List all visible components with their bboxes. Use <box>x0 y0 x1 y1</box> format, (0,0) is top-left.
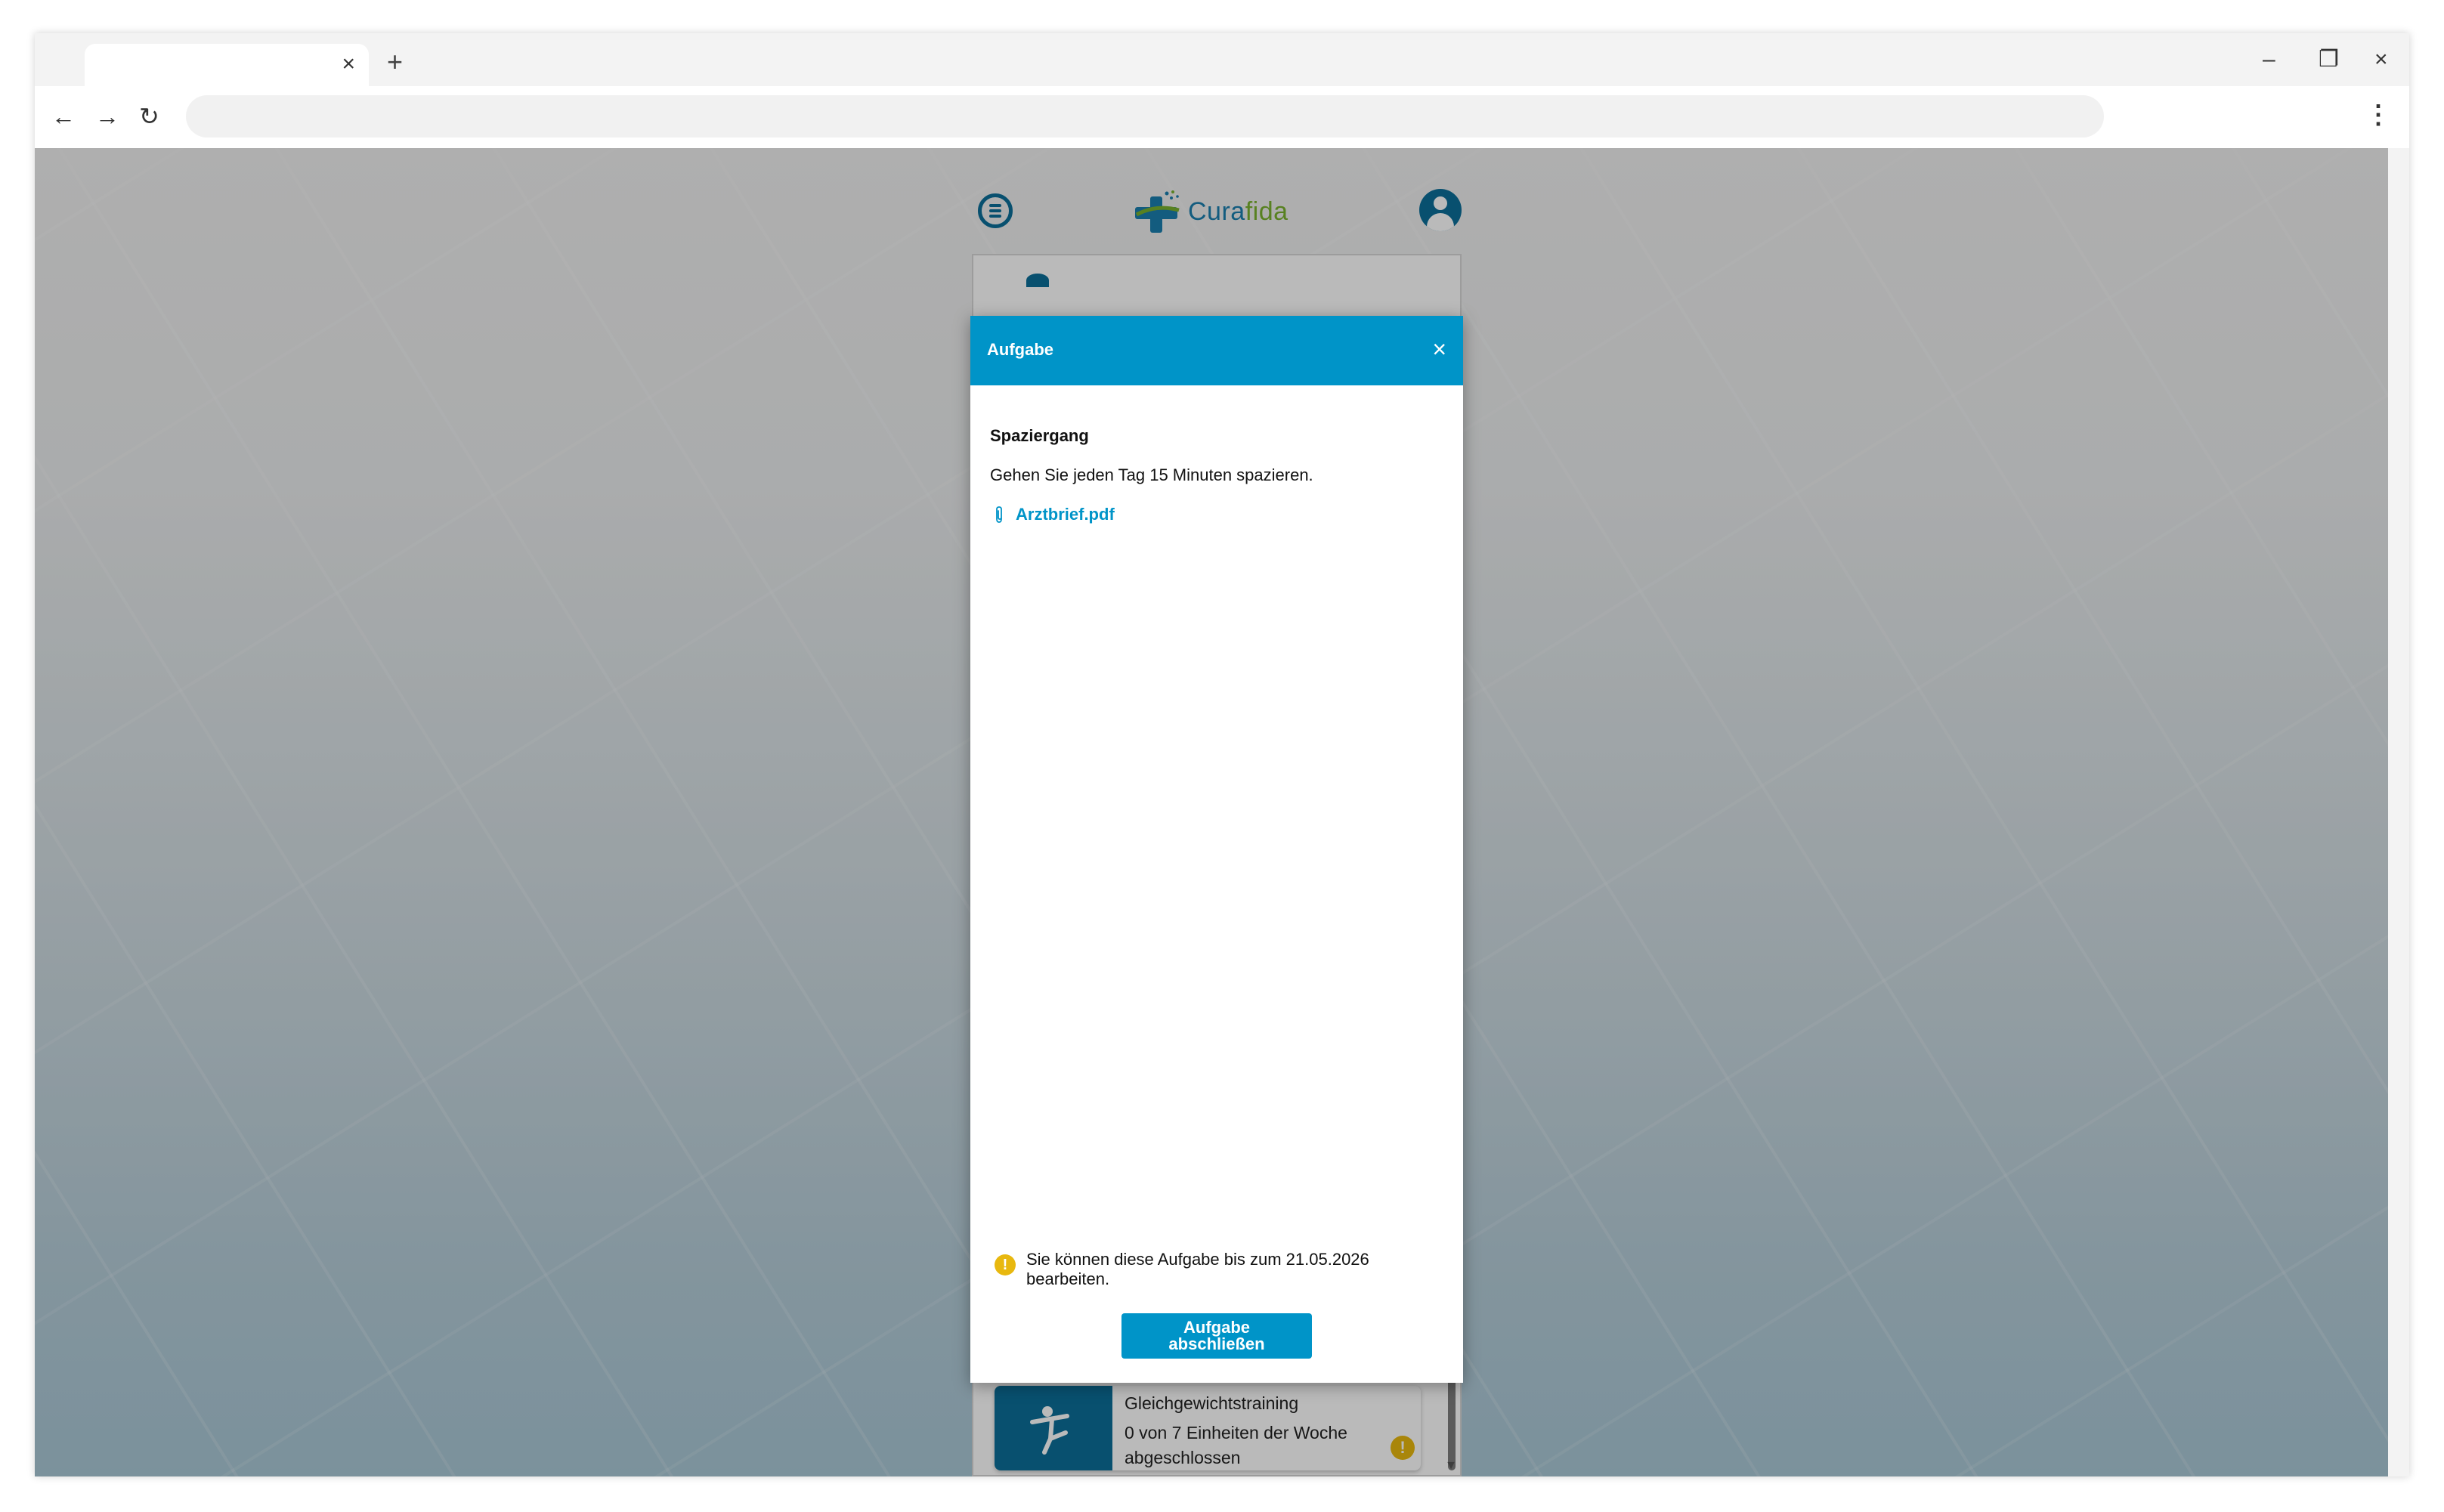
task-title: Spaziergang <box>990 426 1089 445</box>
modal-title: Aufgabe <box>987 340 1053 359</box>
forward-icon[interactable]: → <box>95 101 119 131</box>
warning-icon: ! <box>995 1254 1016 1275</box>
attachment-name[interactable]: Arztbrief.pdf <box>1016 503 1115 526</box>
tab-close-icon[interactable]: × <box>342 53 355 76</box>
deadline-notice: ! Sie können diese Aufgabe bis zum 21.05… <box>995 1250 1433 1295</box>
paperclip-icon <box>996 506 1002 523</box>
task-description: Gehen Sie jeden Tag 15 Minuten spazieren… <box>990 465 1313 484</box>
browser-toolbar: ← → ↻ ⋮ <box>35 86 2409 148</box>
address-bar[interactable] <box>186 95 2104 138</box>
new-tab-icon[interactable]: + <box>387 48 403 76</box>
browser-window: × + – ❐ × ← → ↻ ⋮ Curafida Gleichgewicht… <box>35 33 2409 1476</box>
minimize-icon[interactable]: – <box>2263 47 2275 73</box>
back-icon[interactable]: ← <box>51 101 76 131</box>
close-icon[interactable]: × <box>1432 335 1446 363</box>
browser-tab[interactable]: × <box>85 44 369 86</box>
window-close-icon[interactable]: × <box>2374 47 2388 73</box>
restore-icon[interactable]: ❐ <box>2319 47 2339 73</box>
deadline-text: Sie können diese Aufgabe bis zum 21.05.2… <box>1026 1250 1369 1288</box>
modal-header: Aufgabe × <box>970 316 1463 385</box>
page-viewport: Curafida ▭ ! <box>35 148 2388 1476</box>
complete-task-button[interactable]: Aufgabe abschließen <box>1121 1313 1312 1359</box>
reload-icon[interactable]: ↻ <box>139 101 159 131</box>
tab-strip: × + – ❐ × <box>35 33 2409 86</box>
task-modal: Aufgabe × Spaziergang Gehen Sie jeden Ta… <box>970 316 1463 1383</box>
browser-menu-icon[interactable]: ⋮ <box>2365 100 2391 130</box>
